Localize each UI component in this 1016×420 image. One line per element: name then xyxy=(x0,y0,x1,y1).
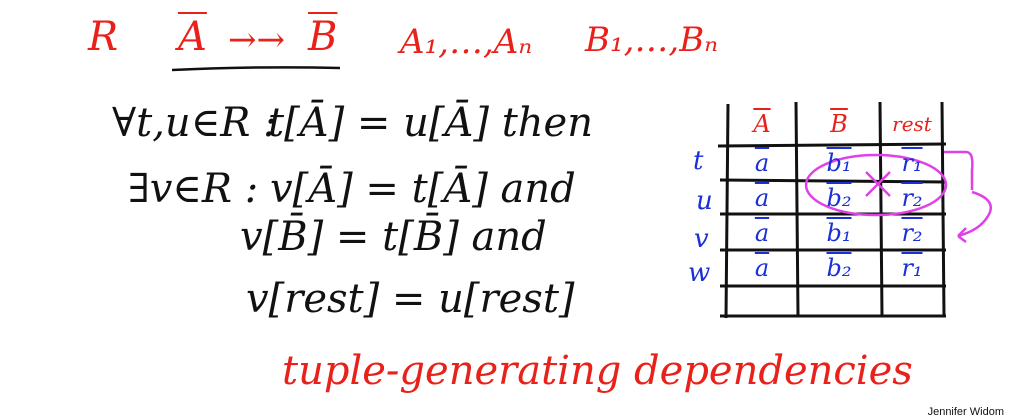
table-cell: b₂ xyxy=(826,254,852,282)
table-cell: r₁ xyxy=(901,254,923,282)
row-label-t: t xyxy=(693,146,704,176)
table-cell: a xyxy=(754,254,770,282)
table-cell: a xyxy=(754,219,770,247)
table-cell: a xyxy=(754,184,770,212)
table-cell: b₁ xyxy=(826,219,852,247)
table-header-a: A xyxy=(753,110,771,138)
table-header-rest: rest xyxy=(892,112,932,136)
table-cell: r₂ xyxy=(901,184,923,212)
row-label-w: w xyxy=(688,258,711,288)
row-label-u: u xyxy=(696,186,713,216)
table-cell: b₁ xyxy=(826,149,852,177)
table-cell: r₁ xyxy=(901,149,923,177)
table-cell: r₂ xyxy=(901,219,923,247)
row-label-v: v xyxy=(694,224,709,254)
whiteboard-canvas: R A →→ B A₁,…,Aₙ B₁,…,Bₙ ∀t,u∈R : t[Ā] =… xyxy=(0,0,1016,420)
author-credit: Jennifer Widom xyxy=(927,406,1004,418)
table-cell: a xyxy=(754,149,770,177)
table-cell: b₂ xyxy=(826,184,852,212)
table-header-b: B xyxy=(830,110,848,138)
